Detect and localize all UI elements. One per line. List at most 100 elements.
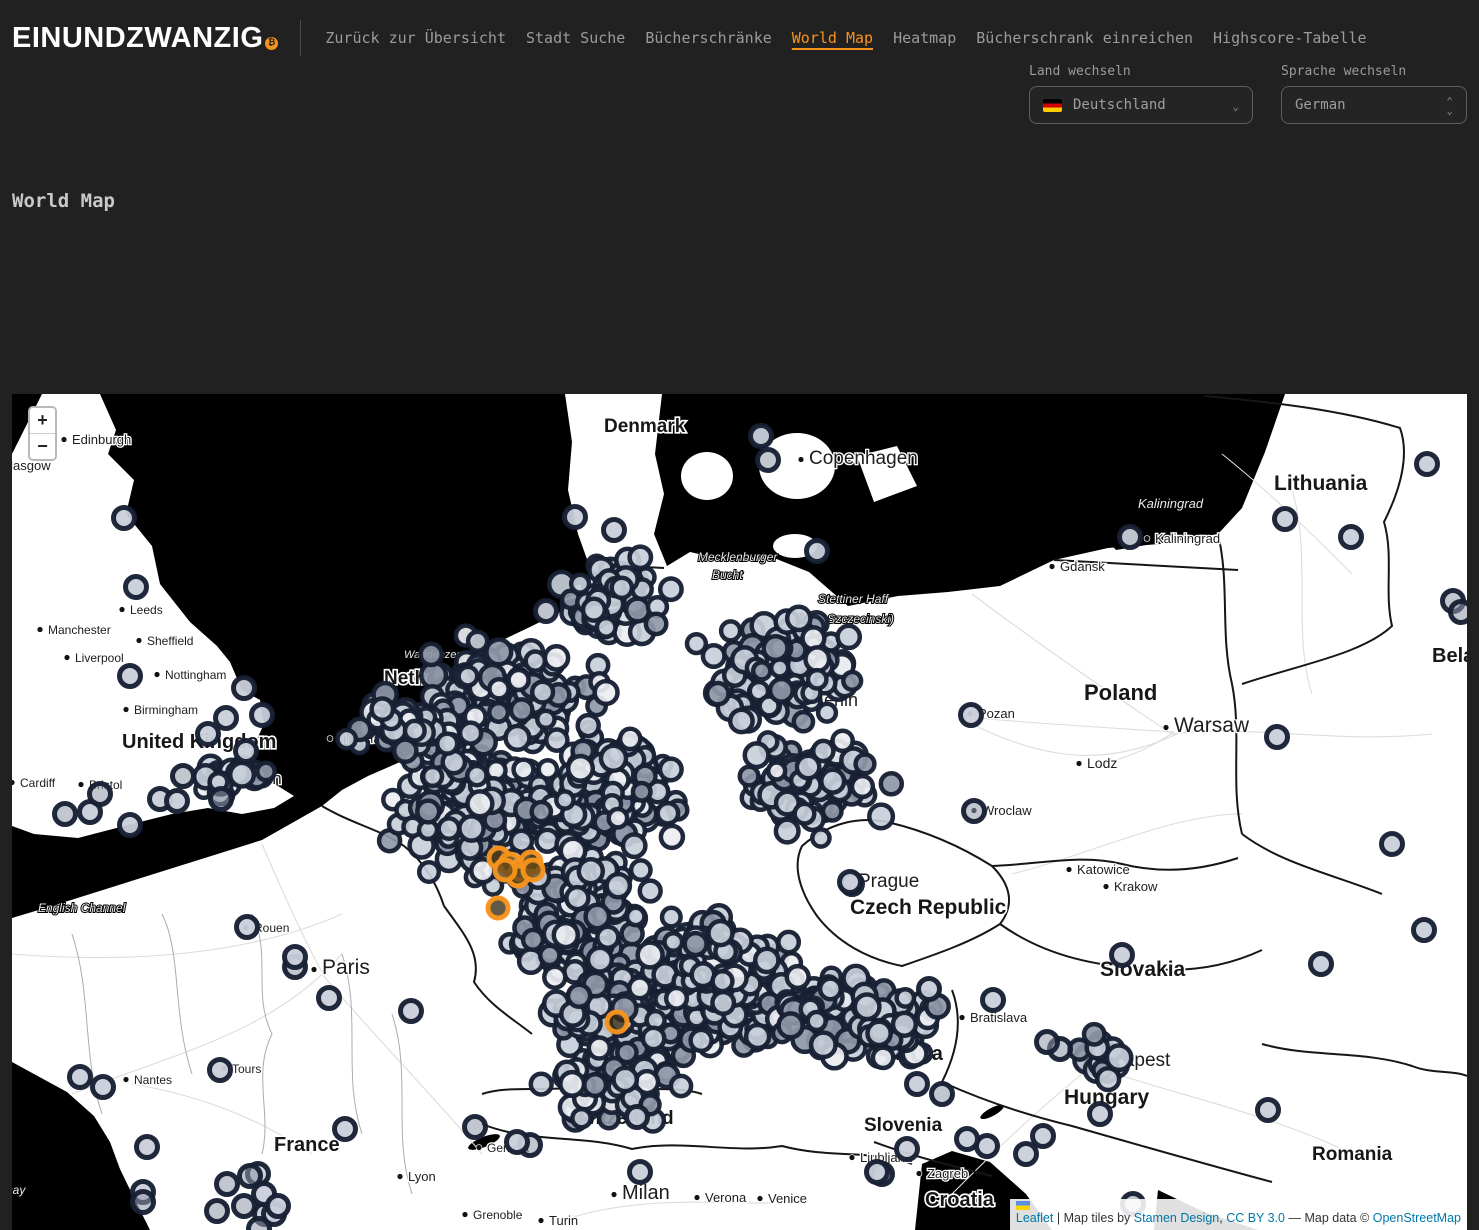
map-marker[interactable] [811,1033,835,1057]
map-marker[interactable] [838,626,860,648]
map-marker[interactable] [808,1012,826,1030]
map-marker[interactable] [779,1013,803,1037]
map-marker[interactable] [55,804,76,825]
map-marker[interactable] [249,1219,270,1230]
map-marker[interactable] [495,860,515,880]
map-marker[interactable] [614,1068,637,1091]
map-marker[interactable] [506,726,530,750]
map-marker[interactable] [1037,1032,1058,1053]
map-marker[interactable] [319,988,340,1009]
map-marker[interactable] [234,678,255,699]
map-marker[interactable] [419,862,439,882]
map-marker[interactable] [1033,1126,1054,1147]
nav-highscore-tabelle[interactable]: Highscore-Tabelle [1203,29,1377,47]
map-marker[interactable] [821,770,844,793]
map-marker[interactable] [712,992,734,1014]
map-marker[interactable] [1311,954,1332,975]
map-marker[interactable] [537,711,554,728]
map-marker[interactable] [797,756,819,778]
map-marker[interactable] [631,860,650,879]
map-marker[interactable] [627,1107,648,1128]
zoom-out-button[interactable]: − [30,433,55,459]
map-marker[interactable] [751,426,772,447]
map-marker[interactable] [964,801,985,822]
map-marker[interactable] [840,872,861,893]
map-marker[interactable] [460,723,481,744]
map-marker[interactable] [531,1074,552,1095]
map-marker[interactable] [572,1109,590,1127]
map-marker[interactable] [1016,1144,1037,1165]
nav-zur-ck-zur-bersicht[interactable]: Zurück zur Übersicht [315,29,516,47]
map-marker[interactable] [237,917,258,938]
map-marker[interactable] [662,908,681,927]
map-marker[interactable] [126,577,147,598]
map-marker[interactable] [957,1129,978,1150]
map-marker[interactable] [919,979,940,1000]
map-marker[interactable] [211,789,232,810]
map-marker[interactable] [1275,509,1296,530]
map-marker[interactable] [612,578,632,598]
map-marker[interactable] [401,1001,422,1022]
map-marker[interactable] [873,1048,893,1068]
map-marker[interactable] [216,708,237,729]
map-marker[interactable] [807,541,828,562]
map-marker[interactable] [234,1196,255,1217]
map-marker[interactable] [568,756,593,781]
map-marker[interactable] [685,933,707,955]
map-marker[interactable] [459,816,483,840]
map-marker[interactable] [486,640,511,665]
map-marker[interactable] [372,699,393,720]
map-marker[interactable] [210,1060,231,1081]
map-marker[interactable] [745,743,769,767]
map-marker[interactable] [1414,920,1435,941]
map-marker[interactable] [467,766,486,785]
map-marker[interactable] [646,614,666,634]
map-marker[interactable] [468,791,493,816]
map-marker[interactable] [536,601,557,622]
map-marker[interactable] [217,1174,238,1195]
map-marker[interactable] [437,734,457,754]
map-marker[interactable] [660,759,682,781]
map-marker[interactable] [584,1074,606,1096]
logo[interactable]: EINUNDZWANZIG₿ [12,22,278,55]
map-marker[interactable] [1112,945,1133,966]
map-marker[interactable] [1258,1100,1279,1121]
map-marker[interactable] [285,947,306,968]
world-map[interactable]: DenmarkLithuaniaPolandBelarusCzech Repub… [12,394,1467,1230]
nav-stadt-suche[interactable]: Stadt Suche [516,29,635,47]
map-marker[interactable] [713,971,733,991]
map-marker[interactable] [607,874,630,897]
map-marker[interactable] [1451,602,1468,623]
map-marker[interactable] [758,450,779,471]
map-marker[interactable] [893,1013,916,1036]
map-marker[interactable] [932,1084,953,1105]
map-marker[interactable] [405,721,425,741]
map-marker[interactable] [604,520,625,541]
map-marker[interactable] [588,948,612,972]
map-marker[interactable] [620,729,640,749]
map-marker[interactable] [868,1022,891,1045]
map-marker[interactable] [869,805,893,829]
map-marker[interactable] [230,763,254,787]
map-marker[interactable] [638,943,663,968]
nav-heatmap[interactable]: Heatmap [883,29,966,47]
map-marker[interactable] [787,607,810,630]
map-marker[interactable] [753,662,770,679]
map-marker[interactable] [823,802,841,820]
map-marker[interactable] [335,1119,356,1140]
map-marker[interactable] [867,1162,888,1183]
map-marker[interactable] [707,683,728,704]
map-marker[interactable] [514,760,534,780]
map-marker[interactable] [532,682,553,703]
attribution-link[interactable]: Stamen Design [1134,1211,1219,1225]
map-marker[interactable] [511,699,532,720]
country-select[interactable]: Deutschland ⌄ [1029,86,1253,124]
map-marker[interactable] [488,898,508,918]
map-marker[interactable] [578,715,599,736]
map-marker[interactable] [439,818,459,838]
map-marker[interactable] [746,1025,769,1048]
map-marker[interactable] [556,791,573,808]
map-marker[interactable] [609,809,627,827]
map-marker[interactable] [897,1139,918,1160]
map-marker[interactable] [459,667,478,686]
